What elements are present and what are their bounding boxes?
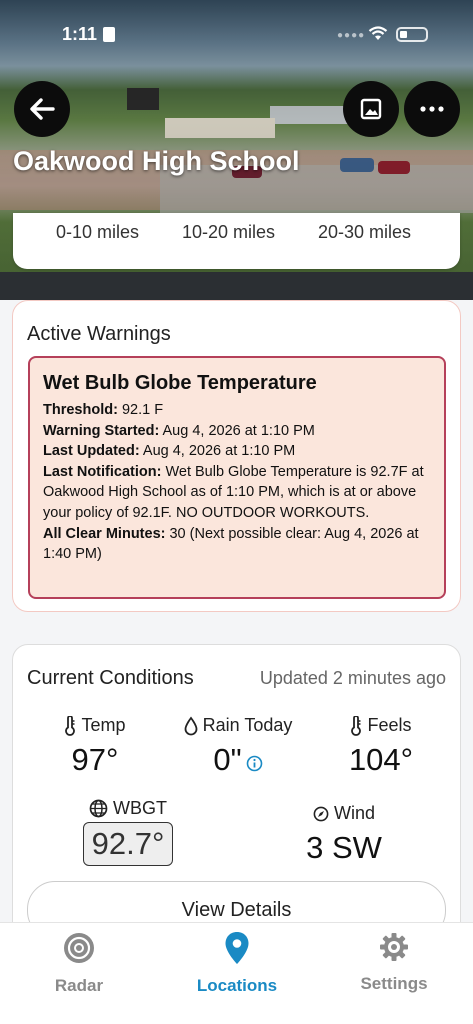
feels-value: 104° [348, 742, 414, 777]
warning-item[interactable]: Wet Bulb Globe Temperature Threshold: 92… [28, 356, 446, 599]
wind-label: Wind [333, 803, 375, 823]
warning-all-clear: All Clear Minutes: 30 (Next possible cle… [43, 525, 419, 563]
globe-icon [89, 799, 108, 818]
arrow-left-icon [30, 98, 55, 120]
warning-started: Warning Started: Aug 4, 2026 at 1:10 PM [43, 422, 315, 439]
wind-value: 3 SW [306, 830, 382, 865]
tab-settings[interactable]: Settings [324, 931, 464, 994]
wbgt-label: WBGT [113, 798, 167, 818]
battery-icon [396, 27, 428, 42]
wifi-icon [368, 26, 388, 40]
radar-icon [64, 933, 94, 963]
tab-label: Locations [196, 976, 278, 995]
thermometer-icon [351, 715, 362, 736]
wbgt-stat: WBGT 92.7° [68, 798, 188, 866]
warning-title: Wet Bulb Globe Temperature [43, 372, 317, 394]
compass-icon [313, 806, 329, 821]
lock-icon [103, 27, 115, 42]
rain-value: 0" [213, 742, 242, 777]
info-icon[interactable] [246, 755, 263, 772]
tab-locations[interactable]: Locations [167, 931, 307, 996]
status-time: 1:11 [62, 24, 98, 44]
image-icon [360, 98, 382, 120]
section-title: Current Conditions [27, 667, 194, 689]
back-button[interactable] [14, 81, 70, 137]
temp-value: 97° [71, 742, 119, 777]
active-warnings-card: Active Warnings Wet Bulb Globe Temperatu… [12, 300, 461, 612]
wbgt-value: 92.7° [82, 822, 174, 866]
ellipsis-icon [420, 106, 444, 112]
raindrop-icon [184, 716, 198, 735]
updated-timestamp: Updated 2 minutes ago [259, 668, 446, 688]
rain-stat: Rain Today 0" [173, 715, 303, 778]
wind-stat: Wind 3 SW [293, 803, 395, 866]
page-title: Oakwood High School [13, 146, 300, 176]
distance-tab-0-10[interactable]: 0-10 miles [56, 222, 139, 243]
signal-icon: ●●●● [337, 30, 366, 41]
feels-label: Feels [367, 715, 412, 735]
rain-label: Rain Today [202, 715, 293, 735]
location-pin-icon [225, 932, 249, 964]
bottom-tab-bar: Radar Locations Settings [0, 922, 473, 1024]
temp-stat: Temp 97° [45, 715, 145, 778]
photo-button[interactable] [343, 81, 399, 137]
more-options-button[interactable] [404, 81, 460, 137]
current-conditions-card: Current Conditions Updated 2 minutes ago… [12, 644, 461, 944]
status-bar: 1:11 ●●●● [0, 20, 473, 50]
tab-label: Radar [54, 976, 104, 995]
warning-last-notification: Last Notification: Wet Bulb Globe Temper… [43, 463, 424, 521]
feels-stat: Feels 104° [331, 715, 431, 778]
tab-label: Settings [360, 974, 428, 993]
thermometer-icon [65, 715, 76, 736]
distance-selector: 0-10 miles 10-20 miles 20-30 miles [13, 213, 460, 269]
photo-bottom-band [0, 272, 473, 300]
section-title: Active Warnings [27, 323, 171, 345]
warning-threshold: Threshold: 92.1 F [43, 402, 164, 418]
distance-tab-10-20[interactable]: 10-20 miles [182, 222, 275, 243]
warning-last-updated: Last Updated: Aug 4, 2026 at 1:10 PM [43, 443, 296, 460]
temp-label: Temp [81, 715, 126, 735]
tab-radar[interactable]: Radar [9, 931, 149, 996]
gear-icon [380, 933, 408, 961]
distance-tab-20-30[interactable]: 20-30 miles [318, 222, 411, 243]
